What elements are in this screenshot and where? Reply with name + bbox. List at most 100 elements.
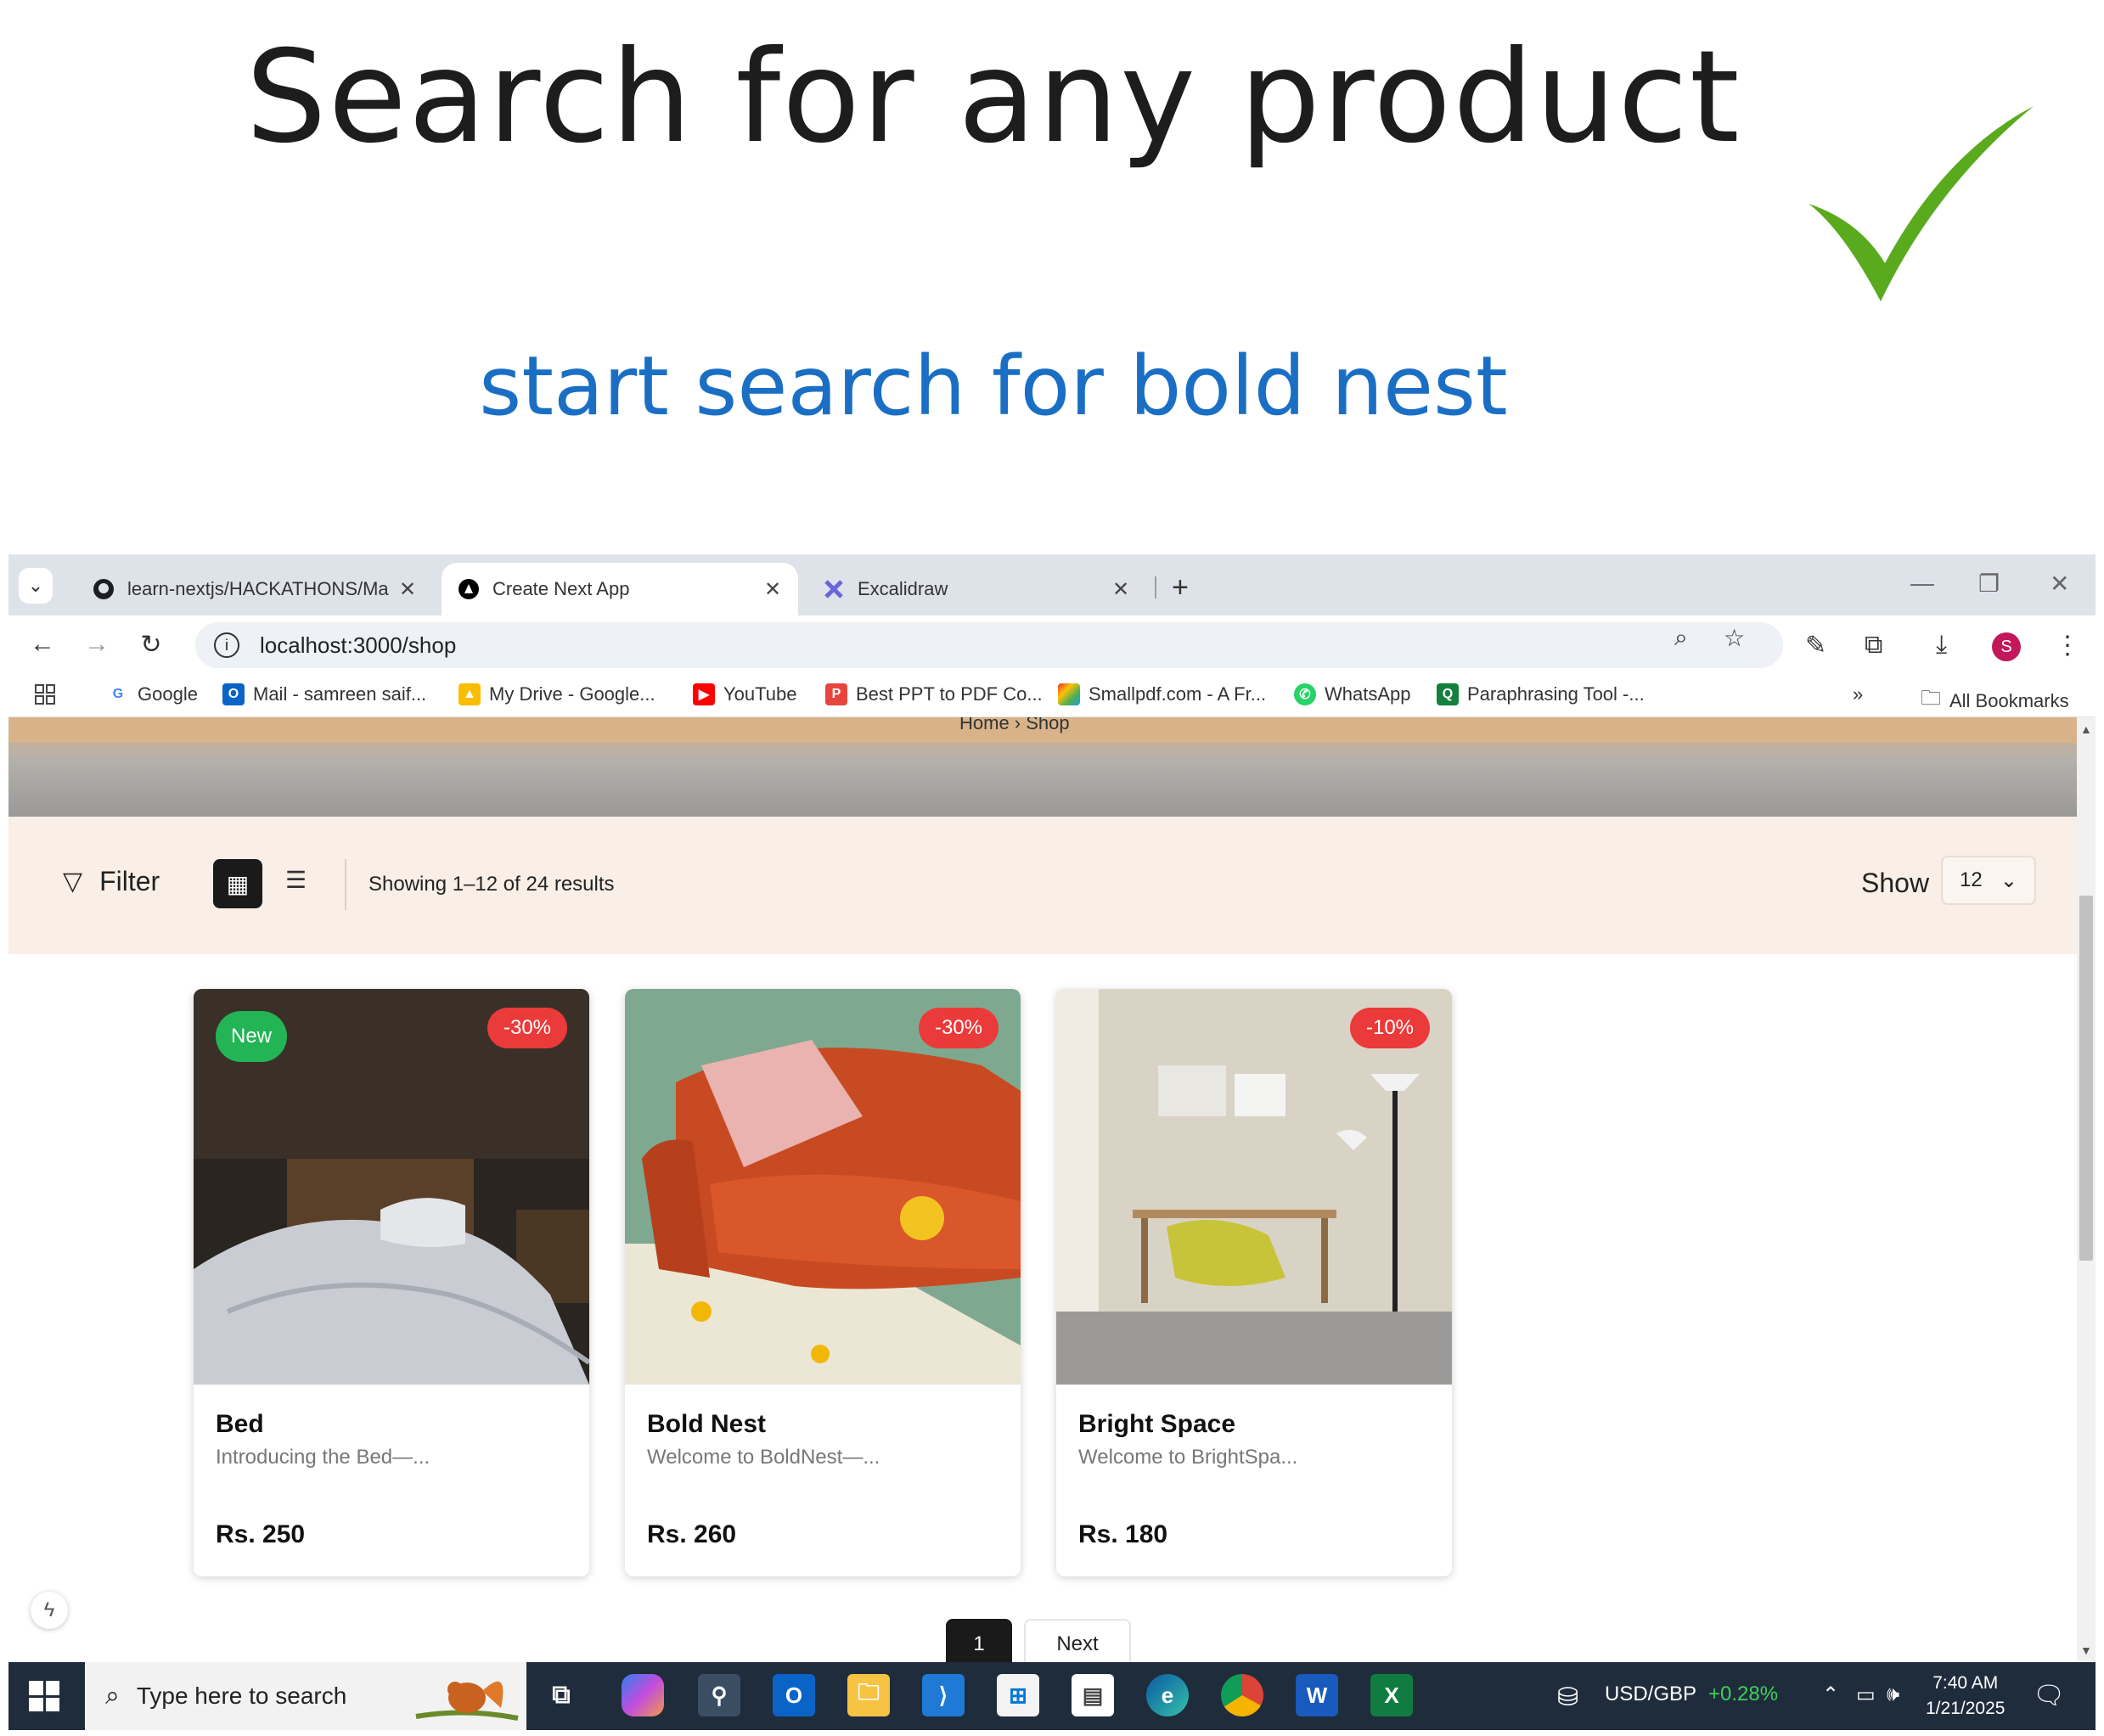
outlook-icon[interactable]: O — [773, 1674, 815, 1716]
tab-github[interactable]: learn-nextjs/HACKATHONS/Ma ✕ — [76, 563, 433, 615]
battery-icon[interactable]: ▭ — [1856, 1683, 1876, 1707]
product-card[interactable]: New -30% Bed Introducing the Bed—... Rs.… — [194, 989, 589, 1576]
discount-badge: -30% — [919, 1008, 999, 1048]
list-view-button[interactable]: ☰ — [285, 866, 307, 894]
tab-search-button[interactable]: ⌄ — [19, 568, 53, 604]
bookmark-paraphrasing[interactable]: Q Paraphrasing Tool -... — [1437, 683, 1645, 705]
bookmark-drive[interactable]: ▲ My Drive - Google... — [458, 683, 655, 705]
bookmark-google[interactable]: G Google — [107, 683, 198, 705]
product-description: Welcome to BoldNest—... — [647, 1446, 880, 1469]
show-label: Show — [1861, 868, 1930, 898]
currency-pair[interactable]: USD/GBP — [1605, 1683, 1696, 1706]
filter-label: Filter — [99, 866, 160, 896]
bookmark-mail[interactable]: O Mail - samreen saif... — [222, 683, 426, 705]
bookmarks-bar: G Google O Mail - samreen saif... ▲ My Driv… — [8, 673, 2096, 717]
annotation-subline: start search for bold nest — [479, 339, 1508, 434]
download-icon[interactable]: ⤓ — [1936, 631, 1947, 660]
edge-icon[interactable]: e — [1146, 1674, 1189, 1716]
nextjs-icon — [457, 577, 481, 601]
page-1-button[interactable]: 1 — [946, 1619, 1012, 1662]
task-view-icon[interactable]: ⧉ — [540, 1674, 582, 1716]
show-value: 12 — [1960, 868, 1983, 891]
scroll-up-icon[interactable]: ▲ — [2080, 722, 2092, 736]
annotation-headline: Search for any product — [245, 24, 1741, 171]
bookmark-whatsapp[interactable]: ✆ WhatsApp — [1294, 683, 1411, 705]
product-card[interactable]: -30% Bold Nest Welcome to BoldNest—... R… — [625, 989, 1021, 1576]
product-price: Rs. 250 — [216, 1520, 306, 1548]
tab-strip: ⌄ learn-nextjs/HACKATHONS/Ma ✕ Create Ne… — [8, 554, 2096, 615]
pinned-app-icon[interactable]: ⚲ — [698, 1674, 740, 1716]
show-count-select[interactable]: 12 ⌄ — [1941, 856, 2036, 905]
checkmark-icon — [1809, 106, 2034, 301]
restore-icon[interactable]: ❐ — [1978, 570, 2000, 598]
file-explorer-icon[interactable]: 🗀 — [847, 1674, 890, 1716]
product-price: Rs. 260 — [647, 1520, 737, 1548]
profile-avatar[interactable]: S — [1992, 632, 2021, 661]
close-icon[interactable]: ✕ — [1111, 577, 1131, 602]
bookmarks-overflow-icon[interactable]: » — [1853, 683, 1863, 705]
close-icon[interactable]: ✕ — [762, 577, 783, 602]
tab-create-next-app[interactable]: Create Next App ✕ — [442, 563, 798, 615]
volume-icon[interactable]: 🕪 — [1887, 1683, 1899, 1706]
chrome-icon[interactable] — [1221, 1674, 1263, 1716]
funnel-icon: ▽ — [63, 868, 83, 896]
bookmark-ppt-pdf[interactable]: P Best PPT to PDF Co... — [825, 683, 1043, 705]
apps-grid-icon[interactable] — [34, 683, 56, 705]
page-scrollbar[interactable]: ▲ ▼ — [2077, 717, 2096, 1662]
filter-button[interactable]: ▽ Filter — [63, 866, 160, 897]
extensions-icon[interactable]: ⧉ — [1865, 631, 1882, 660]
notepad-icon[interactable]: ▤ — [1072, 1674, 1114, 1716]
site-info-icon[interactable]: i — [214, 632, 239, 658]
next-page-button[interactable]: Next — [1024, 1619, 1131, 1662]
bookmark-label: Mail - samreen saif... — [253, 683, 427, 705]
forward-icon[interactable]: → — [80, 627, 114, 661]
product-card[interactable]: -10% Bright Space Welcome to BrightSpa..… — [1056, 989, 1452, 1576]
tab-label: Create Next App — [492, 578, 630, 599]
copilot-icon[interactable] — [622, 1674, 664, 1716]
zoom-icon[interactable]: ⌕ — [1674, 624, 1688, 652]
excalidraw-icon — [822, 577, 846, 601]
product-name: Bold Nest — [647, 1410, 767, 1438]
scroll-down-icon[interactable]: ▼ — [2080, 1643, 2092, 1657]
filter-bar: ▽ Filter ▦ ☰ Showing 1–12 of 24 results … — [8, 817, 2077, 954]
scroll-thumb[interactable] — [2079, 896, 2093, 1261]
divider — [345, 859, 346, 910]
paraphrase-icon: Q — [1437, 683, 1459, 705]
ppt-pdf-icon: P — [825, 683, 847, 705]
new-tab-button[interactable]: + — [1172, 571, 1189, 604]
vscode-icon[interactable]: ⟩ — [922, 1674, 965, 1716]
devtools-bolt-icon[interactable]: ϟ — [31, 1592, 68, 1629]
product-name: Bright Space — [1078, 1410, 1236, 1438]
window-close-icon[interactable]: ✕ — [2050, 570, 2069, 598]
bookmark-smallpdf[interactable]: Smallpdf.com - A Fr... — [1058, 683, 1266, 705]
eyedropper-icon[interactable]: ✎ — [1805, 631, 1826, 660]
back-icon[interactable]: ← — [25, 627, 59, 661]
store-icon[interactable]: ⊞ — [997, 1674, 1039, 1716]
bookmark-youtube[interactable]: ▶ YouTube — [693, 683, 796, 705]
product-description: Introducing the Bed—... — [216, 1446, 430, 1469]
excel-icon[interactable]: X — [1370, 1674, 1413, 1716]
smallpdf-icon — [1058, 683, 1080, 705]
notifications-icon[interactable]: 🗨 — [2033, 1681, 2065, 1711]
browser-window: ⌄ learn-nextjs/HACKATHONS/Ma ✕ Create Ne… — [8, 554, 2096, 1730]
page-viewport: Home › Shop ▽ Filter ▦ ☰ Showing 1–12 of… — [8, 717, 2077, 1662]
clock-date: 1/21/2025 — [1926, 1699, 2006, 1718]
youtube-icon: ▶ — [693, 683, 715, 705]
tray-chevron-up-icon[interactable]: ⌃ — [1822, 1683, 1839, 1707]
all-bookmarks[interactable]: 🗀 All Bookmarks — [1921, 683, 2069, 718]
tab-excalidraw[interactable]: Excalidraw ✕ — [807, 563, 1146, 615]
word-icon[interactable]: W — [1296, 1674, 1338, 1716]
reload-icon[interactable]: ↻ — [134, 627, 168, 661]
taskbar-clock[interactable]: 7:40 AM 1/21/2025 — [1926, 1671, 2005, 1722]
minimize-icon[interactable]: — — [1910, 570, 1934, 597]
close-icon[interactable]: ✕ — [397, 577, 418, 602]
address-bar[interactable]: i localhost:3000/shop — [195, 622, 1783, 668]
bookmark-star-icon[interactable]: ☆ — [1724, 624, 1745, 652]
windows-start-icon[interactable] — [29, 1681, 59, 1711]
stocks-icon[interactable]: ⛁ — [1557, 1683, 1578, 1712]
results-count: Showing 1–12 of 24 results — [368, 873, 615, 896]
bookmark-label: My Drive - Google... — [489, 683, 655, 705]
discount-badge: -10% — [1350, 1008, 1430, 1048]
menu-icon[interactable]: ⋮ — [2055, 631, 2080, 660]
grid-view-button[interactable]: ▦ — [213, 859, 262, 908]
